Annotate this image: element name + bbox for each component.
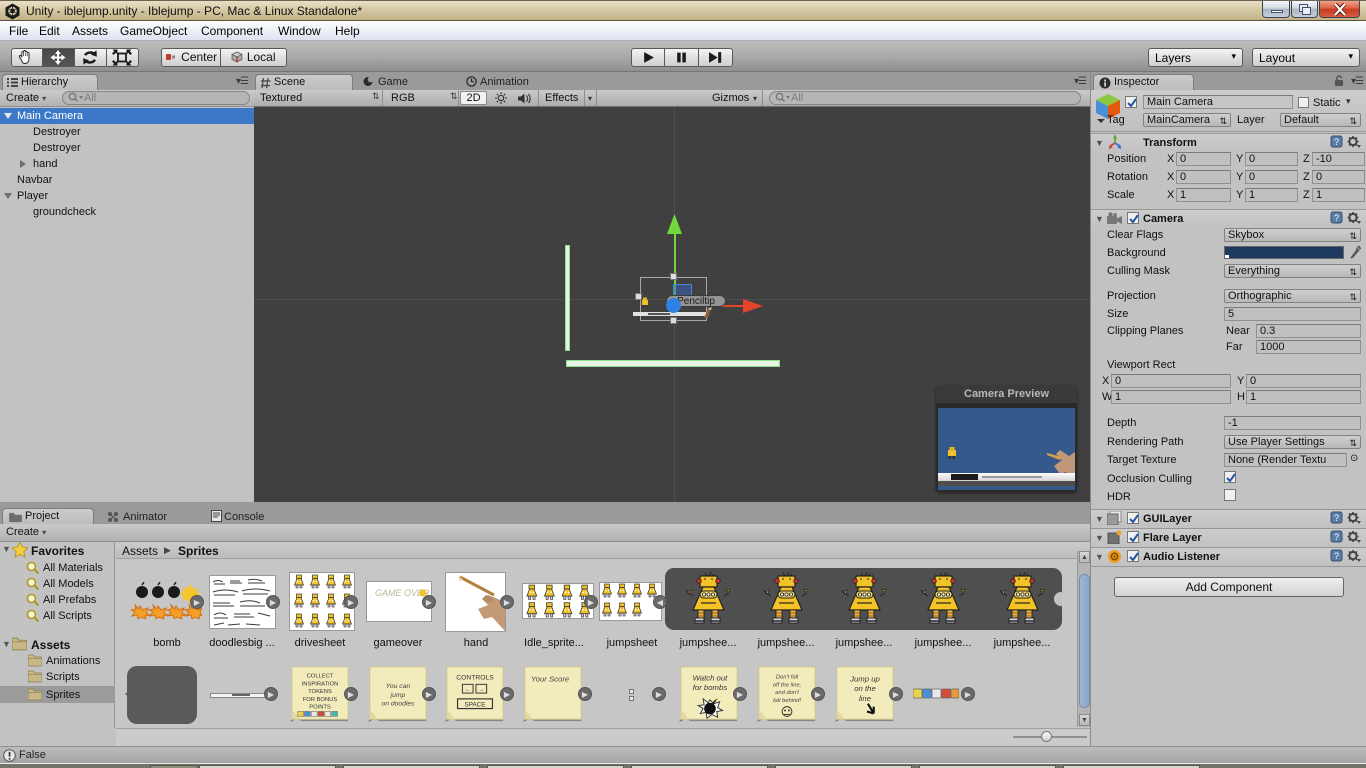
svg-text:→: → [478, 687, 484, 693]
svg-text:line: line [859, 694, 872, 703]
svg-text:FOR BONUS: FOR BONUS [303, 697, 338, 703]
svg-text:?: ? [1334, 532, 1339, 542]
svg-text:fall behind!: fall behind! [773, 698, 801, 704]
svg-text:?: ? [1334, 551, 1339, 561]
svg-text:Jump up: Jump up [849, 674, 880, 683]
svg-text:Your Score: Your Score [531, 674, 570, 683]
svg-text:←: ← [465, 687, 471, 693]
svg-text:?: ? [1334, 513, 1339, 523]
svg-text:on doodles: on doodles [381, 701, 415, 708]
svg-text:TOKENS: TOKENS [308, 689, 332, 695]
svg-text:Watch out: Watch out [693, 673, 729, 682]
svg-text:off the line,: off the line, [773, 682, 801, 688]
svg-text:jump: jump [390, 692, 406, 699]
svg-text:?: ? [1334, 213, 1339, 223]
svg-text:and don't: and don't [775, 690, 799, 696]
svg-text:Don't fall: Don't fall [776, 675, 799, 681]
svg-text:CONTROLS: CONTROLS [456, 674, 494, 681]
svg-text:You can: You can [386, 683, 411, 690]
svg-text:COLLECT: COLLECT [307, 674, 334, 680]
svg-text:POINTS: POINTS [309, 705, 331, 711]
svg-text:for bombs: for bombs [693, 683, 728, 692]
svg-text:INSPIRATION: INSPIRATION [302, 681, 339, 687]
svg-text:?: ? [1334, 137, 1339, 147]
svg-text:on the: on the [854, 684, 876, 693]
svg-text:SPACE: SPACE [465, 702, 486, 709]
